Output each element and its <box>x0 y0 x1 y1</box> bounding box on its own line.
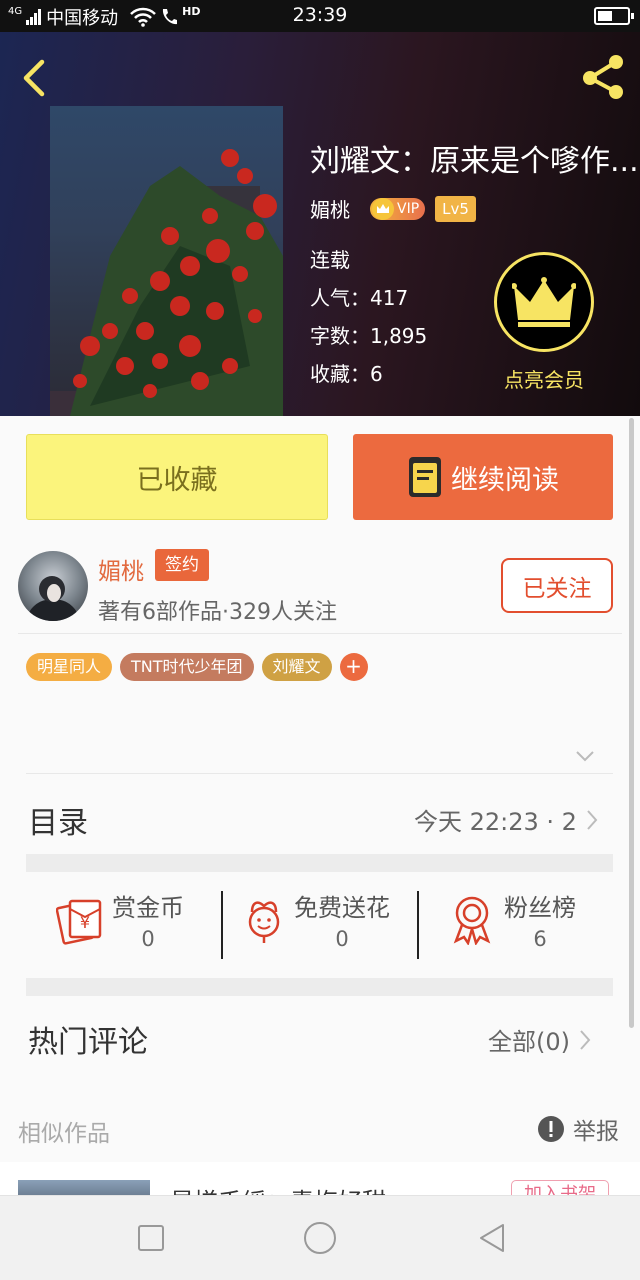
status-bar: 4G 中国移动 HD 23:39 <box>0 0 640 32</box>
similar-works-label: 相似作品 <box>18 1121 110 1147</box>
back-button[interactable] <box>14 56 54 100</box>
stat-separator <box>221 891 223 959</box>
chevron-down-icon[interactable] <box>575 748 595 764</box>
book-icon <box>409 457 441 497</box>
report-label: 举报 <box>573 1119 619 1145</box>
vip-badge: VIP <box>370 197 426 220</box>
book-cover[interactable] <box>50 106 283 416</box>
fan-ranking-value: 6 <box>533 927 547 951</box>
level-badge: Lv5 <box>435 195 476 222</box>
system-nav-bar <box>0 1195 640 1280</box>
author-avatar[interactable] <box>18 551 88 621</box>
divider <box>18 633 622 634</box>
free-flowers-label: 免费送花 <box>294 894 390 922</box>
tag-item[interactable]: TNT时代少年团 <box>120 653 254 681</box>
free-flowers-value: 0 <box>335 927 349 951</box>
catalog-update-text: 今天 22:23 · 2 <box>414 808 577 836</box>
section-separator <box>26 854 613 872</box>
free-flowers[interactable]: 免费送花 0 <box>244 888 390 951</box>
favorited-button[interactable]: 已收藏 <box>26 434 328 520</box>
serial-status: 连载 <box>310 248 350 272</box>
share-button[interactable] <box>578 52 628 102</box>
recent-apps-icon[interactable] <box>137 1224 165 1252</box>
author-row: 媚桃 VIP Lv5 <box>310 194 476 223</box>
clock: 23:39 <box>292 4 348 26</box>
home-icon[interactable] <box>303 1221 337 1255</box>
chevron-right-icon <box>587 809 598 830</box>
popularity-label: 人气： <box>310 286 370 310</box>
add-tag-button[interactable]: + <box>339 653 368 681</box>
catalog-latest[interactable]: 今天 22:23 · 2 <box>414 802 599 837</box>
reward-coins[interactable]: ¥ 赏金币 0 <box>56 888 184 951</box>
tag-item[interactable]: 明星同人 <box>26 653 113 681</box>
book-title: 刘耀文：原来是个嗲作... <box>310 144 639 179</box>
hot-comments-title: 热门评论 <box>28 1025 148 1060</box>
favorites-label: 收藏： <box>310 362 370 386</box>
favorites-row: 收藏：6 <box>310 358 383 387</box>
signed-badge: 签约 <box>155 549 209 581</box>
vip-crown-icon <box>372 197 394 220</box>
divider <box>26 773 613 774</box>
crown-icon <box>512 277 576 327</box>
report-button[interactable]: 举报 <box>537 1112 619 1146</box>
popularity-value: 417 <box>370 286 409 310</box>
author-stats: 著有6部作品·329人关注 <box>98 600 337 625</box>
tag-list: 明星同人 TNT时代少年团 刘耀文 + <box>26 653 368 681</box>
word-count-value: 1,895 <box>370 324 428 348</box>
section-separator <box>26 978 613 996</box>
header-author-name[interactable]: 媚桃 <box>310 194 350 223</box>
tag-item[interactable]: 刘耀文 <box>261 653 332 681</box>
chevron-right-icon <box>580 1029 591 1050</box>
share-icon <box>583 55 623 99</box>
flower-icon <box>248 900 280 943</box>
reward-coins-value: 0 <box>141 927 155 951</box>
back-nav-icon[interactable] <box>477 1222 507 1254</box>
red-envelope-icon: ¥ <box>56 899 102 945</box>
followed-button[interactable]: 已关注 <box>501 558 613 613</box>
book-header: 刘耀文：原来是个嗲作... 媚桃 VIP Lv5 连载 人气：417 字数：1,… <box>0 32 640 416</box>
popularity-row: 人气：417 <box>310 282 408 311</box>
fan-ranking-label: 粉丝榜 <box>504 894 576 922</box>
word-count-row: 字数：1,895 <box>310 320 427 349</box>
ribbon-medal-icon <box>453 896 491 945</box>
exclamation-icon <box>538 1116 564 1142</box>
author-name[interactable]: 媚桃 <box>98 552 144 586</box>
reward-coins-label: 赏金币 <box>112 894 184 922</box>
continue-reading-button[interactable]: 继续阅读 <box>353 434 613 520</box>
battery-icon <box>594 7 634 25</box>
vip-label: VIP <box>397 200 420 217</box>
screen: 4G 中国移动 HD 23:39 刘耀文：原来是个嗲作... 媚桃 VIP Lv… <box>0 0 640 1280</box>
catalog-title[interactable]: 目录 <box>28 798 88 842</box>
scrollbar[interactable] <box>629 418 634 1028</box>
cover-roses-image <box>50 149 283 416</box>
all-comments-link[interactable]: 全部(0) <box>488 1022 592 1057</box>
member-label[interactable]: 点亮会员 <box>494 364 594 393</box>
word-count-label: 字数： <box>310 324 370 348</box>
chevron-left-icon <box>23 59 45 97</box>
continue-reading-label: 继续阅读 <box>451 464 559 496</box>
fan-ranking[interactable]: 粉丝榜 6 <box>450 888 576 951</box>
member-button[interactable] <box>494 252 594 352</box>
stat-separator <box>417 891 419 959</box>
favorites-value: 6 <box>370 362 383 386</box>
all-comments-label: 全部(0) <box>488 1028 570 1056</box>
